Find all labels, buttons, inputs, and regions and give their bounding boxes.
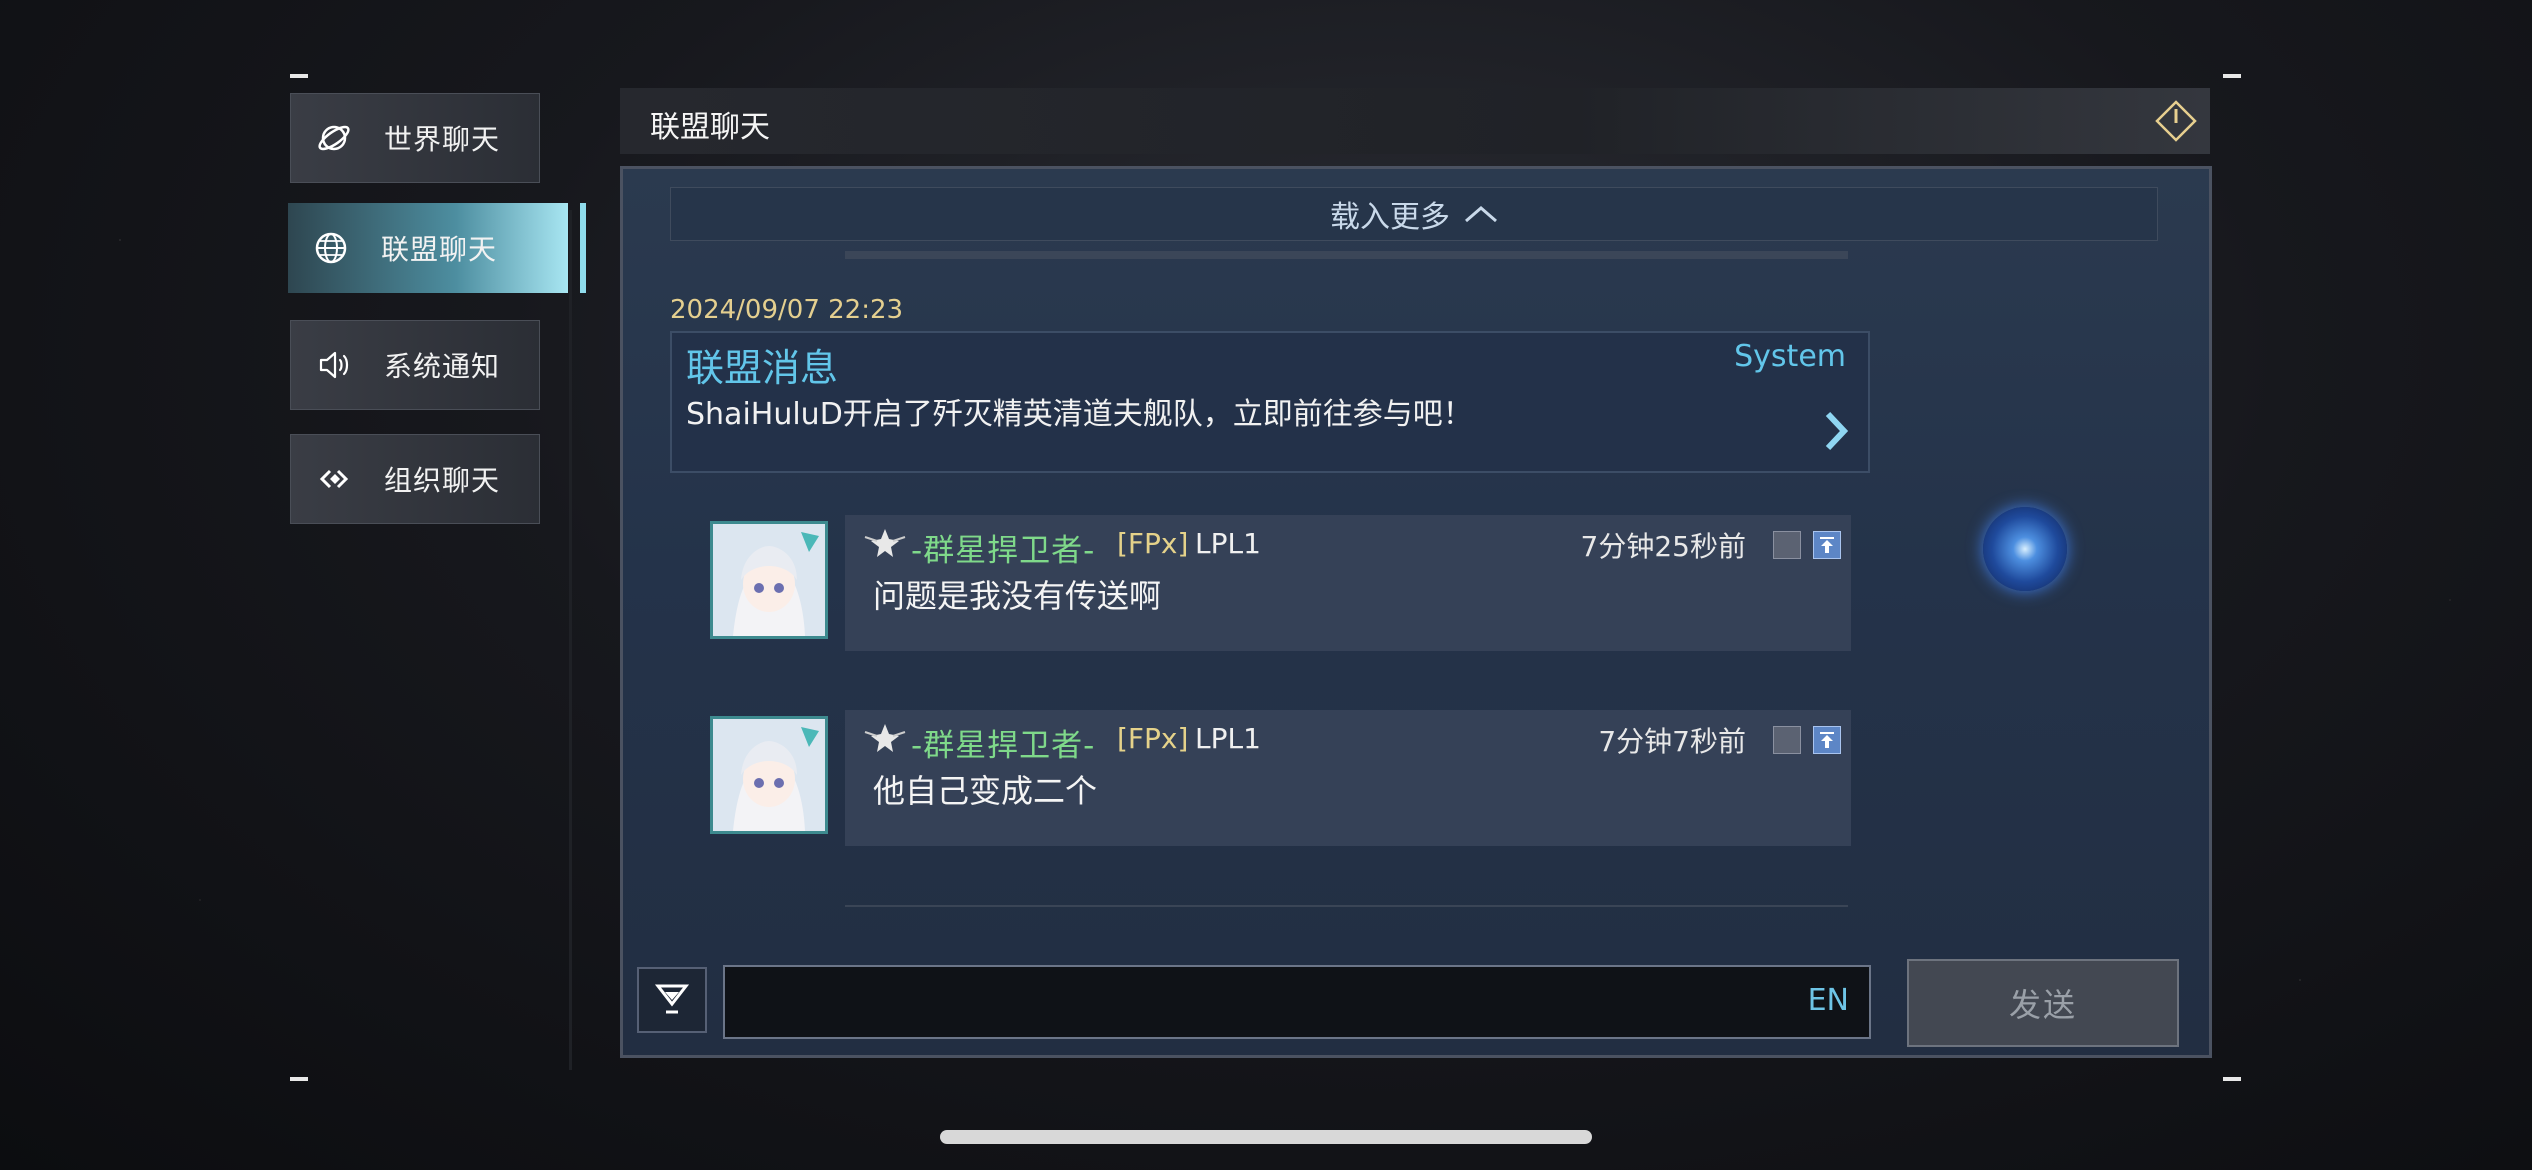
- translate-icon[interactable]: [1773, 726, 1801, 754]
- system-message-source: System: [1734, 339, 1846, 374]
- message-input[interactable]: EN: [723, 965, 1871, 1039]
- load-more-button[interactable]: 载入更多: [670, 187, 2158, 241]
- rank-wings-icon: [863, 525, 907, 559]
- chat-input-bar: EN 发送: [623, 943, 2209, 1055]
- message-divider: [845, 251, 1848, 259]
- chevron-right-icon[interactable]: [1824, 411, 1850, 451]
- frame-corner-bottom-right: [2223, 1077, 2241, 1081]
- sender-name[interactable]: -群星捍卫者-: [911, 720, 1095, 765]
- message-bubble: -群星捍卫者- [FPx] LPL1 7分钟7秒前 他自己变成二个: [845, 710, 1851, 846]
- sidebar-item-label: 世界聊天: [384, 123, 501, 156]
- pin-top-icon[interactable]: [1813, 531, 1841, 559]
- frame-corner-top-right: [2223, 74, 2241, 78]
- sender-name[interactable]: -群星捍卫者-: [911, 525, 1095, 570]
- message-time: 7分钟7秒前: [1598, 725, 1746, 758]
- translate-icon[interactable]: [1773, 531, 1801, 559]
- system-message-card[interactable]: 联盟消息 System ShaiHuluD开启了歼灭精英清道夫舰队，立即前往参与…: [670, 331, 1870, 473]
- message-text: 他自己变成二个: [873, 772, 1098, 810]
- sender-org: [FPx]: [1117, 527, 1189, 560]
- system-message-text: ShaiHuluD开启了歼灭精英清道夫舰队，立即前往参与吧！: [686, 397, 1473, 432]
- sidebar-item-label: 系统通知: [384, 350, 501, 383]
- sender-org: [FPx]: [1117, 722, 1189, 755]
- triangle-down-icon: [654, 980, 690, 1020]
- sidebar-item-system-notice[interactable]: 系统通知: [290, 320, 540, 410]
- message-time: 7分钟25秒前: [1580, 530, 1746, 563]
- avatar[interactable]: [710, 521, 828, 639]
- diamond-exit-icon[interactable]: [2154, 99, 2198, 143]
- system-message-title: 联盟消息: [686, 346, 839, 390]
- sidebar-item-world-chat[interactable]: 世界聊天: [290, 93, 540, 183]
- system-message-timestamp: 2024/09/07 22:23: [670, 295, 904, 325]
- sidebar-item-label: 组织聊天: [384, 464, 501, 497]
- expand-options-button[interactable]: [637, 967, 707, 1033]
- avatar[interactable]: [710, 716, 828, 834]
- link-icon: [316, 461, 352, 497]
- sender-level: LPL1: [1195, 722, 1261, 755]
- send-button[interactable]: 发送: [1907, 959, 2179, 1047]
- frame-corner-bottom-left: [290, 1077, 308, 1081]
- sender-level: LPL1: [1195, 527, 1261, 560]
- globe-icon: [313, 230, 349, 266]
- chat-message: -群星捍卫者- [FPx] LPL1 7分钟7秒前 他自己变成二个: [710, 710, 1851, 850]
- home-indicator[interactable]: [940, 1130, 1592, 1144]
- sidebar-item-label: 联盟聊天: [381, 233, 498, 266]
- planet-icon: [316, 120, 352, 156]
- sidebar-divider: [569, 210, 572, 1070]
- chat-message: -群星捍卫者- [FPx] LPL1 7分钟25秒前 问题是我没有传送啊: [710, 515, 1851, 655]
- message-text: 问题是我没有传送啊: [873, 577, 1162, 615]
- galaxy-map-icon[interactable]: [1983, 507, 2067, 591]
- frame-corner-top-left: [290, 74, 308, 78]
- message-bubble: -群星捍卫者- [FPx] LPL1 7分钟25秒前 问题是我没有传送啊: [845, 515, 1851, 651]
- chevron-up-icon: [1464, 197, 1498, 232]
- pin-top-icon[interactable]: [1813, 726, 1841, 754]
- chat-header: 联盟聊天: [620, 88, 2210, 154]
- load-more-label: 载入更多: [1330, 200, 1450, 235]
- page-title: 联盟聊天: [650, 110, 770, 145]
- chat-panel: 载入更多 2024/09/07 22:23 联盟消息 System ShaiHu…: [620, 166, 2212, 1058]
- rank-wings-icon: [863, 720, 907, 754]
- speaker-icon: [316, 347, 352, 383]
- input-language-toggle[interactable]: EN: [1808, 983, 1849, 1018]
- sidebar-item-org-chat[interactable]: 组织聊天: [290, 434, 540, 524]
- sidebar-item-alliance-chat[interactable]: 联盟聊天: [288, 203, 586, 293]
- message-divider: [845, 905, 1848, 907]
